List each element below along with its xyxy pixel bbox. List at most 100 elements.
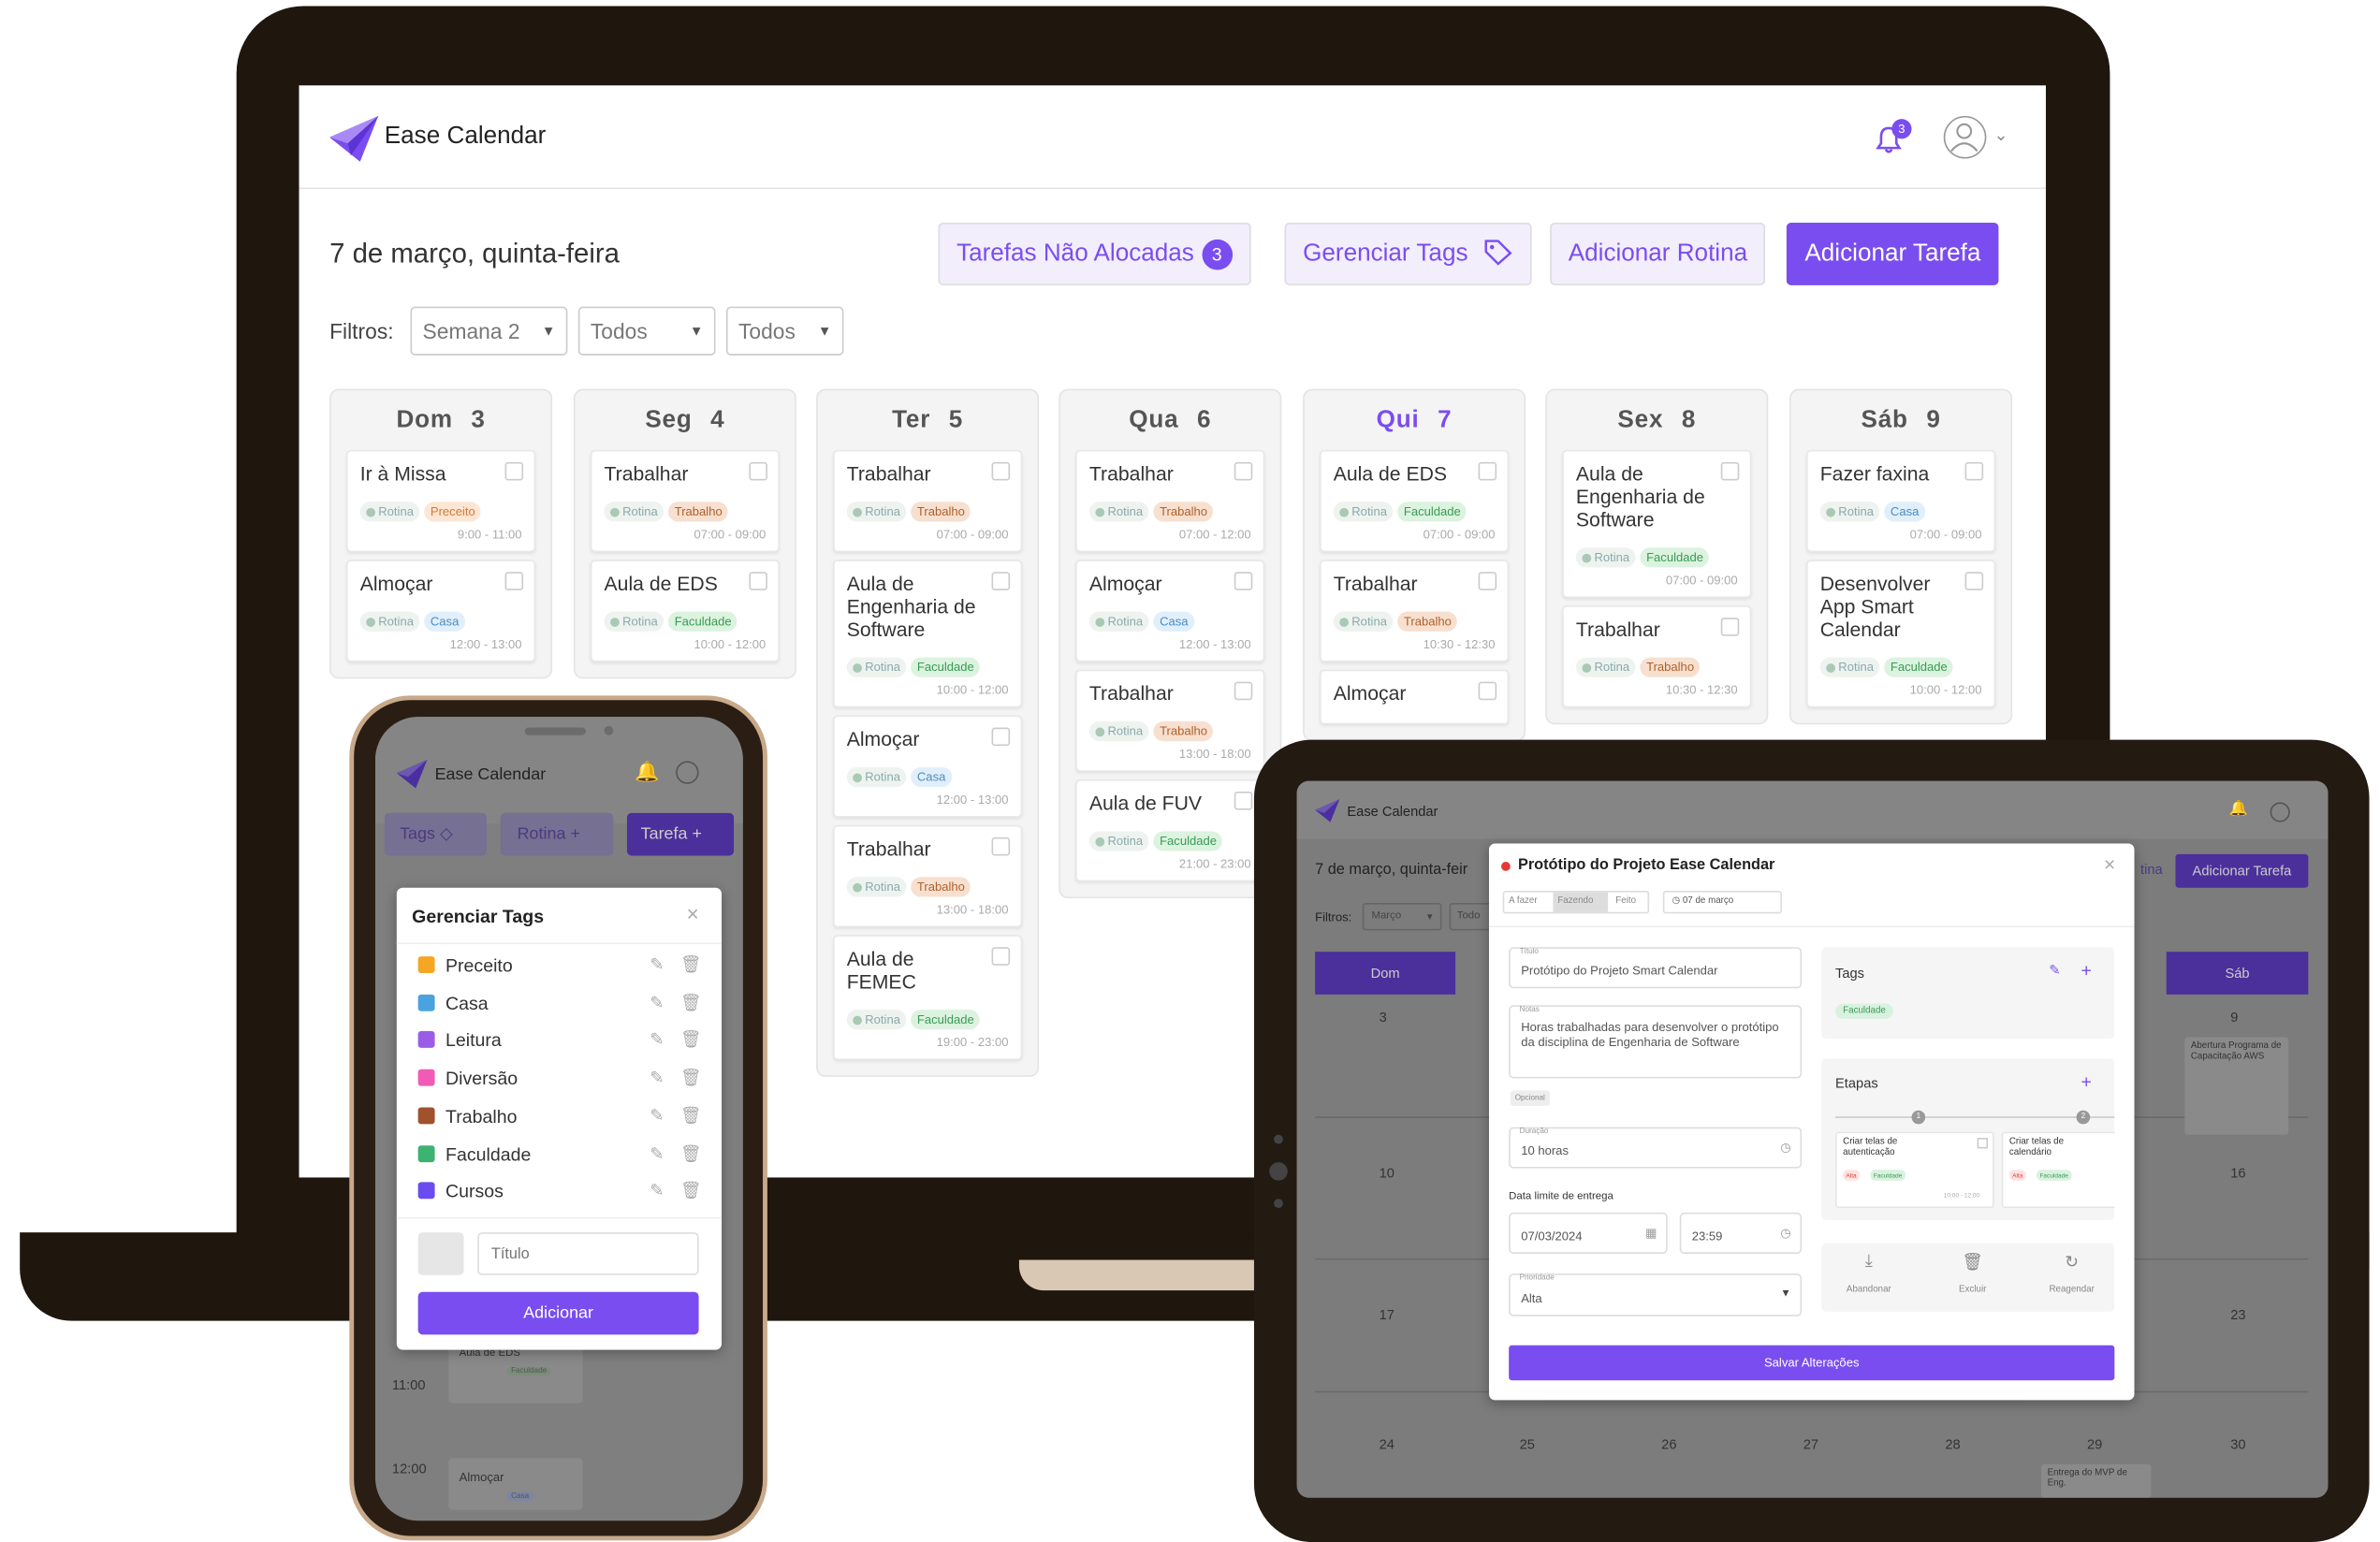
day-header[interactable]: Sex 8 [1547,390,1767,442]
month-filter-select[interactable]: Março ▾ [1362,903,1442,931]
abandon-button[interactable]: ⤓ Abandonar [1828,1252,1910,1300]
task-card[interactable]: Trabalhar Rotina Trabalho 07:00 - 12:00 [1075,449,1265,553]
plus-icon[interactable]: + [2081,959,2091,981]
day-header[interactable]: Qua 6 [1060,390,1280,442]
stage-card[interactable]: Criar telas de calendário Alta Faculdade [2001,1131,2115,1209]
deadline-date-field[interactable]: 07/03/2024 ▦ [1509,1212,1668,1254]
task-checkbox[interactable] [1478,461,1497,481]
task-card[interactable]: Almoçar [1320,669,1510,725]
status-feito[interactable]: Feito [1615,893,1636,912]
task-checkbox[interactable] [991,572,1011,590]
close-icon[interactable]: × [687,901,699,925]
notifications-button[interactable]: 3 [1874,119,1912,159]
task-checkbox[interactable] [1234,681,1253,701]
task-checkbox[interactable] [991,461,1011,481]
date-chip[interactable]: ◷ 07 de março [1662,890,1782,914]
add-task-button[interactable]: Adicionar Tarefa [1786,222,1999,285]
day-header[interactable]: Dom 3 [331,390,551,442]
task-checkbox[interactable] [991,727,1011,747]
task-checkbox[interactable] [1234,792,1253,810]
plus-icon[interactable]: + [2081,1070,2091,1092]
color-picker[interactable] [417,1232,464,1275]
task-card[interactable]: Aula de FEMEC Rotina Faculdade 19:00 - 23:0… [833,935,1023,1060]
add-routine-button[interactable]: Adicionar Rotina [1550,222,1766,285]
priority-select[interactable]: Prioridade Alta ▼ [1509,1273,1803,1317]
day-header[interactable]: Sáb 9 [1791,390,2011,442]
delete-button[interactable]: 🗑 Excluir [1932,1252,2014,1300]
week-filter-select[interactable]: Semana 2 ▼ [410,306,568,356]
stage-card[interactable]: Criar telas de autenticação Alta Faculda… [1835,1131,1994,1209]
task-card[interactable]: Aula de Engenharia de Software Rotina Facu… [833,560,1023,708]
task-card[interactable]: Almoçar Rotina Casa 12:00 - 13:00 [1075,560,1265,662]
edit-icon[interactable]: ✎ [2049,963,2060,980]
trash-icon[interactable]: 🗑 [680,1030,702,1051]
day-header[interactable]: Seg 4 [576,390,796,442]
trash-icon[interactable]: 🗑 [680,993,702,1012]
task-card[interactable]: Desenvolver App Smart Calendar Rotina Facu… [1806,560,1996,708]
trash-icon[interactable]: 🗑 [680,1181,702,1201]
task-checkbox[interactable] [1478,572,1497,590]
filter-select-2[interactable]: Todo [1449,903,1493,931]
task-card[interactable]: Aula de FUV Rotina Faculdade 21:00 - 23:00 [1075,778,1265,882]
task-card[interactable]: Trabalhar Rotina Trabalho 07:00 - 09:00 [590,449,780,553]
task-card[interactable]: Trabalhar Rotina Trabalho 13:00 - 18:00 [1075,669,1265,772]
task-button[interactable]: Tarefa + [626,812,735,856]
edit-icon[interactable]: ✎ [650,1181,664,1201]
tag-title-input[interactable] [477,1232,699,1275]
filter-select-2[interactable]: Todos ▼ [577,306,716,356]
edit-icon[interactable]: ✎ [650,1068,664,1088]
routine-button-partial[interactable]: tina [2140,862,2163,877]
status-a-fazer[interactable]: A fazer [1509,893,1537,912]
task-card[interactable]: Almoçar Rotina Casa 12:00 - 13:00 [346,560,536,662]
task-checkbox[interactable] [1478,681,1497,701]
edit-icon[interactable]: ✎ [650,1143,664,1163]
trash-icon[interactable]: 🗑 [680,1143,702,1163]
task-checkbox[interactable] [1234,572,1253,590]
tags-button[interactable]: Tags ◇ [384,812,488,856]
user-avatar-button[interactable] [2270,802,2290,822]
task-checkbox[interactable] [1964,461,1984,481]
manage-tags-button[interactable]: Gerenciar Tags [1284,222,1532,285]
status-fazendo[interactable]: Fazendo [1553,892,1609,912]
task-card[interactable]: Trabalhar Rotina Trabalho 10:30 - 12:30 [1562,605,1752,708]
task-card[interactable]: Ir à Missa Rotina Preceito 9:00 - 11:00 [346,449,536,553]
checkbox[interactable] [1977,1138,1989,1149]
task-card[interactable]: Fazer faxina Rotina Casa 07:00 - 09:00 [1806,449,1996,553]
user-avatar-button[interactable] [676,761,699,784]
title-field[interactable]: Título Protótipo do Projeto Smart Calenda… [1509,947,1803,989]
edit-icon[interactable]: ✎ [650,1030,664,1051]
trash-icon[interactable]: 🗑 [680,954,702,975]
day-header[interactable]: Ter 5 [818,390,1038,442]
task-checkbox[interactable] [749,461,767,481]
chevron-down-icon[interactable]: ⌄ [1994,125,2008,145]
unallocated-tasks-button[interactable]: Tarefas Não Alocadas 3 [938,222,1251,285]
task-checkbox[interactable] [1720,618,1740,636]
trash-icon[interactable]: 🗑 [680,1105,702,1126]
task-checkbox[interactable] [1720,461,1740,481]
task-card[interactable]: Aula de EDS Rotina Faculdade 10:00 - 12:00 [590,560,780,662]
add-tag-button[interactable]: Adicionar [417,1291,699,1335]
edit-icon[interactable]: ✎ [650,954,664,975]
save-changes-button[interactable]: Salvar Alterações [1509,1345,2115,1381]
deadline-time-field[interactable]: 23:59 ◷ [1679,1212,1803,1254]
edit-icon[interactable]: ✎ [650,993,664,1012]
task-card[interactable]: Aula de EDS Rotina Faculdade 07:00 - 09:00 [1320,449,1510,553]
close-icon[interactable]: × [2104,852,2115,875]
bell-icon[interactable]: 🔔 [635,760,659,784]
day-header[interactable]: Qui 7 [1305,390,1525,442]
add-task-button[interactable]: Adicionar Tarefa [2175,853,2309,888]
routine-button[interactable]: Rotina + [500,812,614,856]
task-checkbox[interactable] [991,836,1011,856]
notes-field[interactable]: Notas Horas trabalhadas para desenvolver … [1509,1005,1803,1079]
task-checkbox[interactable] [1964,572,1984,590]
task-checkbox[interactable] [504,461,524,481]
task-card[interactable]: Trabalhar Rotina Trabalho 13:00 - 18:00 [833,824,1023,928]
task-card[interactable]: Aula de Engenharia de Software Rotina Facu… [1562,449,1752,598]
task-card[interactable]: Trabalhar Rotina Trabalho 10:30 - 12:30 [1320,560,1510,662]
trash-icon[interactable]: 🗑 [680,1068,702,1088]
bell-icon[interactable]: 🔔 [2229,801,2248,818]
task-checkbox[interactable] [991,947,1011,966]
task-card[interactable]: Almoçar Rotina Casa 12:00 - 13:00 [833,715,1023,818]
filter-select-3[interactable]: Todos ▼ [725,306,844,356]
duration-field[interactable]: Duração 10 horas ◷ [1509,1127,1803,1169]
